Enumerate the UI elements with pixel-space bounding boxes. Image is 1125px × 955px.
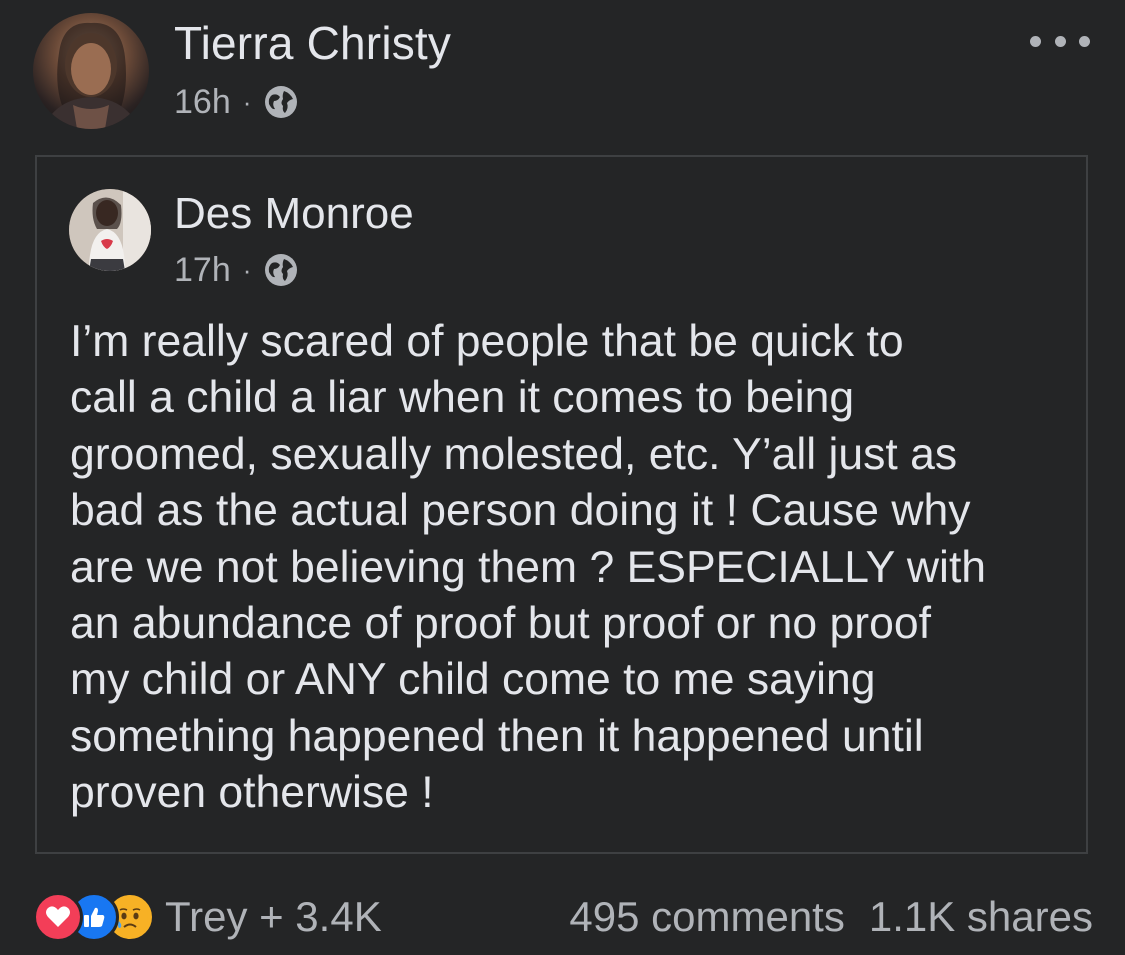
meta-separator: · xyxy=(242,254,252,285)
more-dot xyxy=(1030,35,1041,47)
more-dot xyxy=(1079,35,1090,47)
globe-icon[interactable] xyxy=(263,84,299,120)
love-reaction-icon xyxy=(33,892,83,942)
shared-post-text: I’m really scared of people that be quic… xyxy=(70,317,987,818)
shared-author-avatar[interactable] xyxy=(69,189,151,271)
post-timestamp[interactable]: 16h xyxy=(174,83,231,122)
shared-post-timestamp[interactable]: 17h xyxy=(174,251,231,290)
reaction-summary[interactable]: Trey + 3.4K xyxy=(165,893,382,941)
shares-count[interactable]: 1.1K shares xyxy=(869,893,1093,941)
shared-avatar-image xyxy=(69,189,151,271)
meta-separator: · xyxy=(242,86,252,117)
shared-post-meta: 17h · xyxy=(174,249,299,291)
post-footer: Trey + 3.4K 495 comments 1.1K shares xyxy=(33,887,1093,947)
facebook-post: Tierra Christy 16h · Des Monroe 17h · I’… xyxy=(0,0,1125,955)
author-avatar[interactable] xyxy=(33,13,149,129)
author-avatar-image xyxy=(43,22,139,129)
shared-author-name[interactable]: Des Monroe xyxy=(174,189,414,239)
author-name[interactable]: Tierra Christy xyxy=(174,16,451,70)
reaction-icons[interactable] xyxy=(33,892,155,942)
globe-icon[interactable] xyxy=(263,252,299,288)
post-meta: 16h · xyxy=(174,80,299,124)
comments-count[interactable]: 495 comments xyxy=(569,893,844,941)
more-dot xyxy=(1054,35,1066,47)
more-options-icon[interactable] xyxy=(1030,26,1090,56)
shared-post-card[interactable]: Des Monroe 17h · I’m really scared of pe… xyxy=(35,155,1088,854)
